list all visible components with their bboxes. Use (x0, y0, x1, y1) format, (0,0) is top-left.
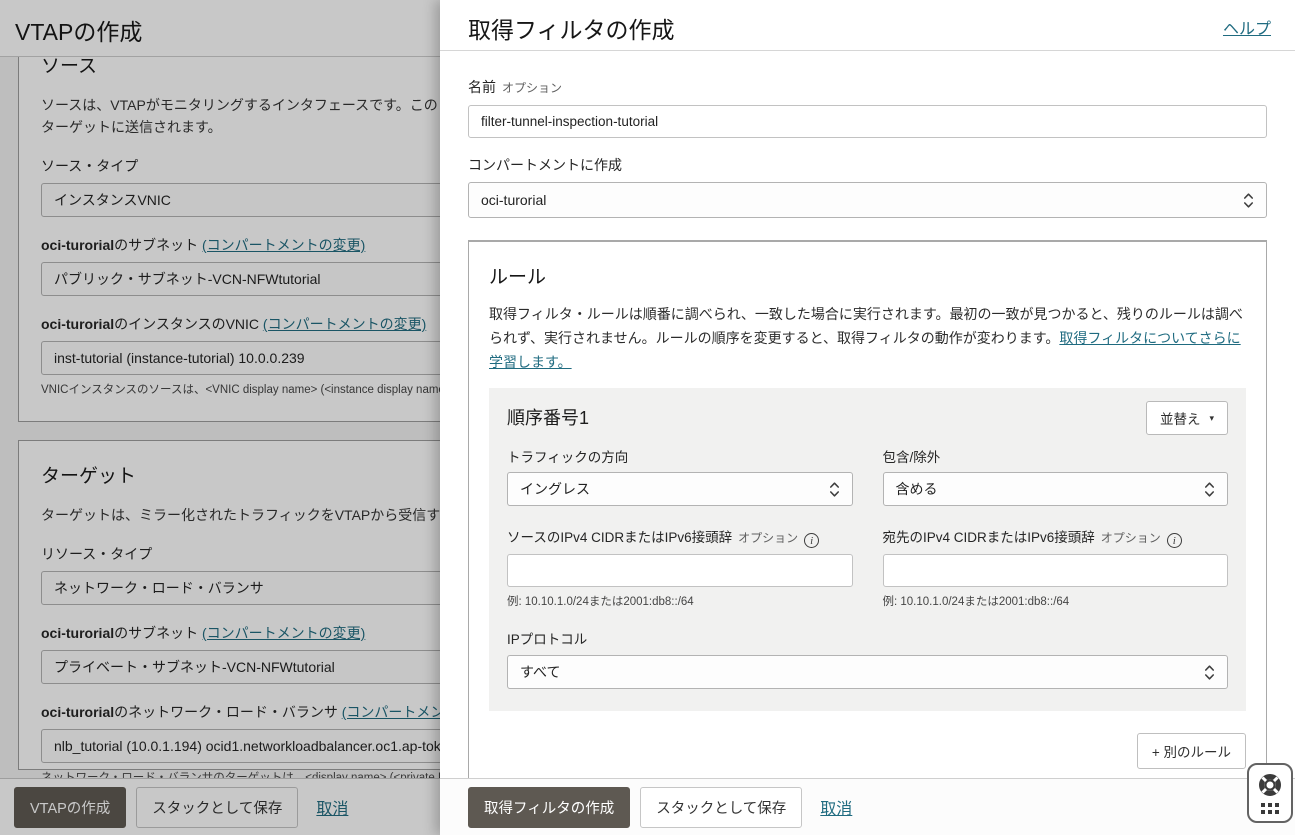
capture-filter-body: 名前オプション コンパートメントに作成 oci-turorial ルール 取得フ… (440, 51, 1295, 778)
capture-filter-title: 取得フィルタの作成 (468, 11, 1267, 45)
rules-section: ルール 取得フィルタ・ルールは順番に調べられ、一致した場合に実行されます。最初の… (468, 240, 1267, 778)
create-capture-filter-panel: 取得フィルタの作成 ヘルプ 名前オプション コンパートメントに作成 oci-tu… (440, 0, 1295, 835)
screen: ソース ソースは、VTAPがモニタリングするインタフェースです。この ターゲット… (0, 0, 1295, 835)
source-cidr-hint: 例: 10.10.1.0/24または2001:db8::/64 (507, 593, 853, 609)
destination-cidr-input[interactable] (883, 554, 1229, 587)
info-icon[interactable]: i (1167, 533, 1182, 548)
chevron-updown-icon (1243, 192, 1254, 209)
rule-order-heading: 順序番号1 (507, 404, 1228, 430)
apps-grid-icon[interactable] (1261, 803, 1279, 814)
rules-description: 取得フィルタ・ルールは順番に調べられ、一致した場合に実行されます。最初の一致が見… (489, 302, 1246, 374)
ip-protocol-select[interactable]: すべて (507, 655, 1228, 689)
floating-help-widget[interactable] (1247, 763, 1293, 823)
ip-protocol-label: IPプロトコル (507, 628, 1228, 648)
compartment-label: コンパートメントに作成 (468, 157, 622, 173)
help-link[interactable]: ヘルプ (1223, 15, 1271, 39)
cancel-link[interactable]: 取消 (820, 795, 852, 819)
traffic-direction-select[interactable]: イングレス (507, 472, 853, 506)
compartment-select[interactable]: oci-turorial (468, 182, 1267, 218)
modal-dim-overlay (0, 0, 440, 835)
create-vtap-panel: ソース ソースは、VTAPがモニタリングするインタフェースです。この ターゲット… (0, 0, 440, 835)
source-cidr-label: ソースのIPv4 CIDRまたはIPv6接頭辞オプションi (507, 526, 853, 548)
name-input[interactable] (468, 105, 1267, 138)
capture-filter-header: 取得フィルタの作成 ヘルプ (440, 0, 1295, 51)
chevron-updown-icon (1204, 481, 1215, 498)
create-capture-filter-button[interactable]: 取得フィルタの作成 (468, 787, 630, 828)
info-icon[interactable]: i (804, 533, 819, 548)
include-exclude-label: 包含/除外 (883, 446, 1229, 466)
save-as-stack-button[interactable]: スタックとして保存 (640, 787, 802, 828)
name-optional-label: オプション (502, 81, 562, 95)
destination-cidr-hint: 例: 10.10.1.0/24または2001:db8::/64 (883, 593, 1229, 609)
name-label: 名前 (468, 79, 496, 95)
add-another-rule-button[interactable]: + 別のルール (1137, 733, 1246, 769)
destination-cidr-label: 宛先のIPv4 CIDRまたはIPv6接頭辞オプションi (883, 526, 1229, 548)
rules-heading: ルール (489, 262, 1246, 289)
include-exclude-select[interactable]: 含める (883, 472, 1229, 506)
caret-down-icon: ▾ (1209, 413, 1214, 424)
traffic-direction-label: トラフィックの方向 (507, 446, 853, 466)
rule-card: 順序番号1 並替え ▾ トラフィックの方向 イングレス (489, 388, 1246, 711)
capture-filter-footer: 取得フィルタの作成 スタックとして保存 取消 (440, 778, 1295, 835)
source-cidr-input[interactable] (507, 554, 853, 587)
reorder-button[interactable]: 並替え ▾ (1146, 401, 1228, 435)
chevron-updown-icon (829, 481, 840, 498)
chevron-updown-icon (1204, 664, 1215, 681)
life-ring-help-icon[interactable] (1258, 773, 1282, 797)
